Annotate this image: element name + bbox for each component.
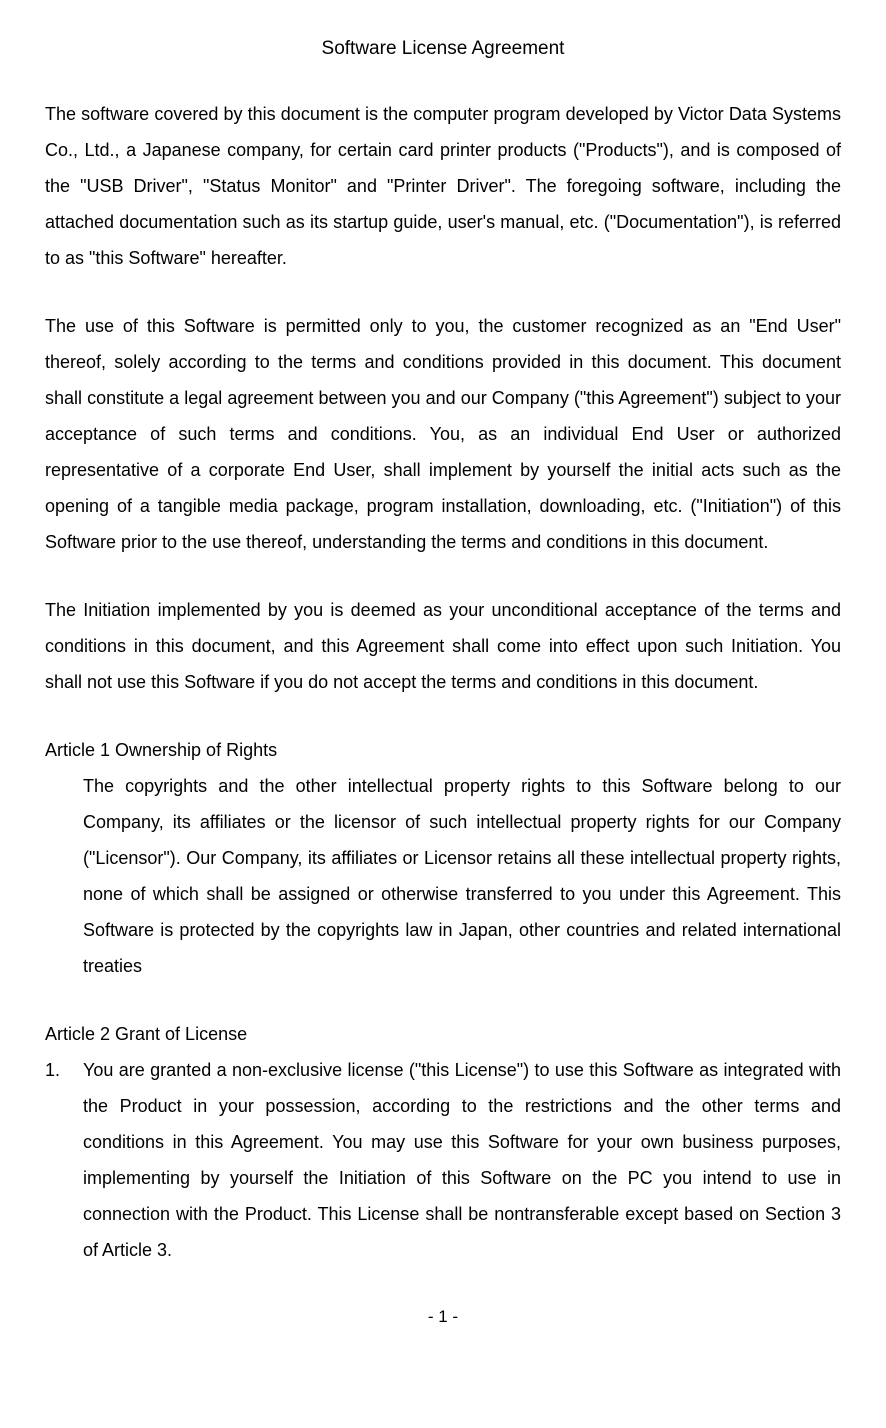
document-title: Software License Agreement (45, 30, 841, 68)
intro-paragraph-3: The Initiation implemented by you is dee… (45, 592, 841, 700)
item-number: 1. (45, 1052, 83, 1268)
item-content: You are granted a non-exclusive license … (83, 1052, 841, 1268)
article-1-heading: Article 1 Ownership of Rights (45, 732, 841, 768)
article-1-body: The copyrights and the other intellectua… (45, 768, 841, 984)
article-2-item-1: 1. You are granted a non-exclusive licen… (45, 1052, 841, 1268)
intro-paragraph-2: The use of this Software is permitted on… (45, 308, 841, 560)
intro-paragraph-1: The software covered by this document is… (45, 96, 841, 276)
article-2-heading: Article 2 Grant of License (45, 1016, 841, 1052)
page-number: - 1 - (45, 1300, 841, 1334)
